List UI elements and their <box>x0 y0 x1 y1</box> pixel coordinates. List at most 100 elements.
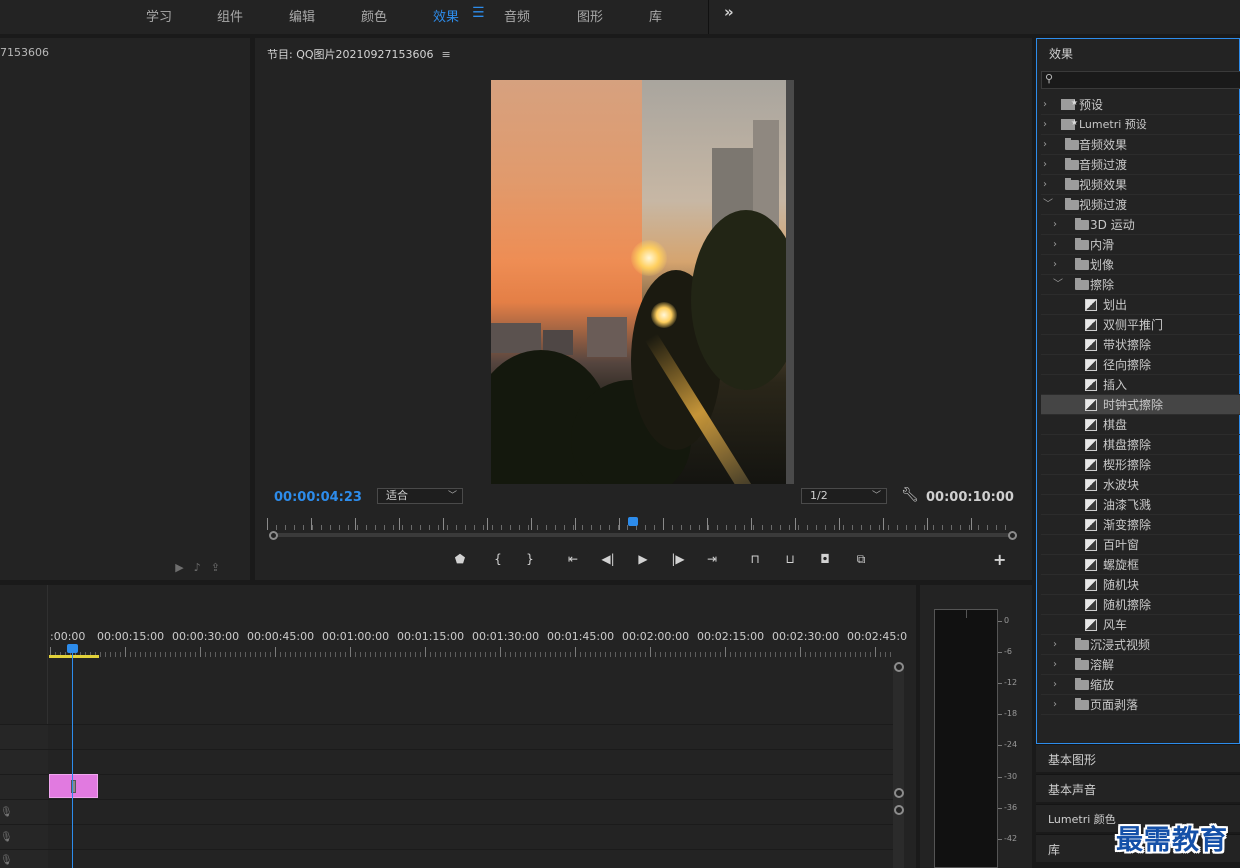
tab-audio[interactable]: 音频 <box>504 6 530 25</box>
effects-tree-item[interactable]: 径向擦除 <box>1041 355 1240 375</box>
track-header[interactable] <box>0 775 48 799</box>
go-to-in-icon[interactable]: ⇤ <box>565 552 581 570</box>
effects-tree-item[interactable]: › 划像 <box>1041 255 1240 275</box>
track-header[interactable] <box>0 750 48 774</box>
effects-tree-item[interactable]: › 音频过渡 <box>1041 155 1240 175</box>
effects-tree-item[interactable]: › 内滑 <box>1041 235 1240 255</box>
hamburger-icon[interactable]: ☰ <box>472 5 485 21</box>
effects-search-input[interactable]: ⚲ <box>1041 71 1240 89</box>
effects-tree-item[interactable]: 棋盘 <box>1041 415 1240 435</box>
effects-tree-item[interactable]: › 沉浸式视频 <box>1041 635 1240 655</box>
effects-tree-item[interactable]: 螺旋框 <box>1041 555 1240 575</box>
timeline-vertical-scrollbar[interactable] <box>893 665 904 868</box>
chevron-right-icon[interactable]: › <box>1053 655 1063 675</box>
chevron-right-icon[interactable]: › <box>1043 135 1053 155</box>
video-track[interactable] <box>0 774 894 799</box>
step-back-icon[interactable]: ◀| <box>600 552 616 570</box>
effects-tree-item[interactable]: 百叶窗 <box>1041 535 1240 555</box>
chevron-right-icon[interactable]: › <box>1043 155 1053 175</box>
chevron-right-icon[interactable]: › <box>1053 215 1063 235</box>
video-track[interactable] <box>0 724 894 749</box>
microphone-icon[interactable]: 🎙︎ <box>0 855 13 866</box>
tab-effects[interactable]: 效果 <box>433 6 459 25</box>
audio-track[interactable] <box>0 849 894 868</box>
effects-tree-item[interactable]: 插入 <box>1041 375 1240 395</box>
effects-tree-item[interactable]: 时钟式擦除 <box>1041 395 1240 415</box>
export-frame-icon[interactable]: ◘ <box>817 552 833 570</box>
add-marker-icon[interactable]: ⬟ <box>453 552 467 570</box>
compare-view-icon[interactable]: ⧉ <box>851 552 871 570</box>
timeline-playhead[interactable] <box>72 647 73 868</box>
chevron-right-icon[interactable]: › <box>1043 175 1053 195</box>
chevron-right-icon[interactable]: › <box>1043 95 1053 115</box>
lift-icon[interactable]: ⊓ <box>745 552 765 570</box>
effects-tree-item[interactable]: › 音频效果 <box>1041 135 1240 155</box>
scroll-handle-top[interactable] <box>894 662 904 672</box>
effects-tree-item[interactable]: 油漆飞溅 <box>1041 495 1240 515</box>
chevron-right-icon[interactable]: › <box>1053 675 1063 695</box>
audio-track[interactable] <box>0 799 894 824</box>
panel-menu-icon[interactable]: ≡ <box>442 48 451 61</box>
insert-icon[interactable]: ▶♪ <box>175 561 210 574</box>
video-track[interactable] <box>0 749 894 774</box>
go-to-out-icon[interactable]: ⇥ <box>704 552 720 570</box>
chevron-right-icon[interactable]: › <box>1053 695 1063 715</box>
timeline-playhead-handle[interactable] <box>67 644 78 653</box>
effects-tree-item[interactable]: › 预设 <box>1041 93 1240 115</box>
effects-tree-item[interactable]: 楔形擦除 <box>1041 455 1240 475</box>
video-clip[interactable] <box>49 774 98 798</box>
chevron-right-icon[interactable]: › <box>1053 255 1063 275</box>
microphone-icon[interactable]: 🎙︎ <box>0 832 13 843</box>
add-button-icon[interactable]: + <box>993 550 1006 569</box>
chevrons-right-icon[interactable]: » <box>724 3 734 21</box>
effects-tree-item[interactable]: ﹀ 擦除 <box>1041 275 1240 295</box>
effects-tree-item[interactable]: 风车 <box>1041 615 1240 635</box>
scroll-handle-bottom[interactable] <box>894 788 904 798</box>
track-header[interactable] <box>0 725 48 749</box>
extract-icon[interactable]: ⊔ <box>780 552 800 570</box>
mark-in-icon[interactable]: { <box>491 552 505 570</box>
scroll-handle-start[interactable] <box>269 531 278 540</box>
tab-libraries[interactable]: 库 <box>649 6 662 25</box>
export-icon[interactable]: ⇪ <box>211 561 230 574</box>
effects-tree-item[interactable]: 随机块 <box>1041 575 1240 595</box>
effects-tree-item[interactable]: › 缩放 <box>1041 675 1240 695</box>
effects-tree-item[interactable]: ﹀ 视频过渡 <box>1041 195 1240 215</box>
chevron-right-icon[interactable]: › <box>1053 235 1063 255</box>
microphone-icon[interactable]: 🎙︎ <box>0 807 13 818</box>
step-forward-icon[interactable]: |▶ <box>670 552 686 570</box>
effects-tree-item[interactable]: 带状擦除 <box>1041 335 1240 355</box>
tab-edit[interactable]: 编辑 <box>289 6 315 25</box>
effects-tree-item[interactable]: 渐变擦除 <box>1041 515 1240 535</box>
audio-track[interactable] <box>0 824 894 849</box>
wrench-icon[interactable]: 🔧︎ <box>901 487 919 503</box>
scroll-handle[interactable] <box>894 805 904 815</box>
effects-tree-item[interactable]: › 视频效果 <box>1041 175 1240 195</box>
resolution-select[interactable]: 1/2 ﹀ <box>801 488 887 504</box>
chevron-down-icon[interactable]: ﹀ <box>1043 195 1053 215</box>
play-icon[interactable]: ▶ <box>635 552 651 570</box>
effects-tree-item[interactable]: 水波块 <box>1041 475 1240 495</box>
tab-essential-sound[interactable]: 基本声音 <box>1036 774 1240 802</box>
effects-tree-item[interactable]: 双侧平推门 <box>1041 315 1240 335</box>
tab-graphics[interactable]: 图形 <box>577 6 603 25</box>
monitor-playhead[interactable] <box>628 517 639 526</box>
effects-tree-item[interactable]: 划出 <box>1041 295 1240 315</box>
tab-learn[interactable]: 学习 <box>146 6 172 25</box>
tab-color[interactable]: 颜色 <box>361 6 387 25</box>
effects-tree-item[interactable]: › 页面剥落 <box>1041 695 1240 715</box>
monitor-zoom-scrollbar[interactable] <box>273 533 1013 537</box>
tab-essential-graphics[interactable]: 基本图形 <box>1036 744 1240 772</box>
effects-tree-item[interactable]: › 3D 运动 <box>1041 215 1240 235</box>
effects-tree-item[interactable]: 随机擦除 <box>1041 595 1240 615</box>
chevron-down-icon[interactable]: ﹀ <box>1053 275 1063 295</box>
effects-tree-item[interactable]: › Lumetri 预设 <box>1041 113 1240 135</box>
mark-out-icon[interactable]: } <box>523 552 537 570</box>
chevron-right-icon[interactable]: › <box>1053 635 1063 655</box>
chevron-right-icon[interactable]: › <box>1043 115 1053 135</box>
zoom-select[interactable]: 适合 ﹀ <box>377 488 463 504</box>
effects-tree-item[interactable]: 棋盘擦除 <box>1041 435 1240 455</box>
tab-assembly[interactable]: 组件 <box>217 6 243 25</box>
work-area-bar[interactable] <box>49 655 99 658</box>
effects-tree-item[interactable]: › 溶解 <box>1041 655 1240 675</box>
